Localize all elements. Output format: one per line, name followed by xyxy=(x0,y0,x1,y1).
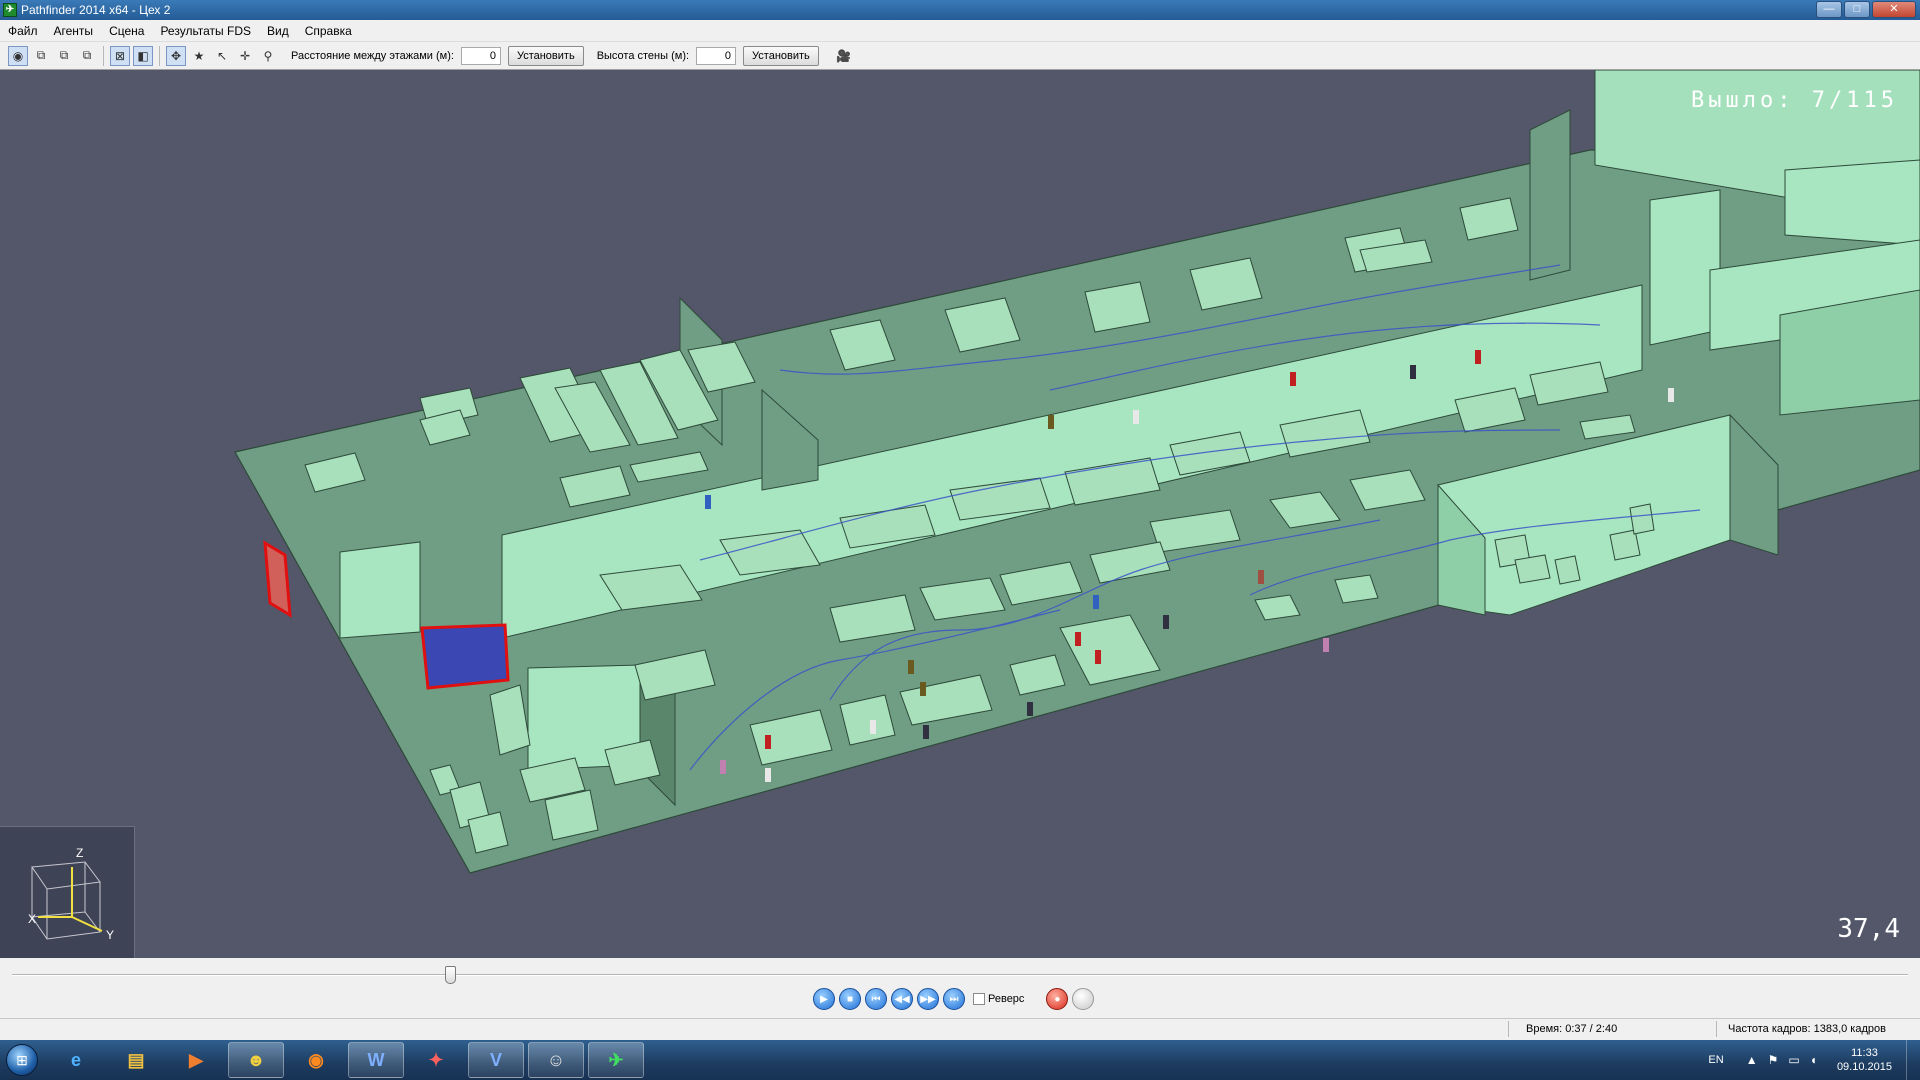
status-frame-rate: Частота кадров: 1383,0 кадров xyxy=(1728,1023,1886,1035)
language-indicator[interactable]: EN xyxy=(1708,1054,1723,1066)
3d-viewport[interactable]: Вышло: 7/115 37,4 Z X Y xyxy=(0,70,1920,958)
menu-file[interactable]: Файл xyxy=(0,24,46,38)
volume-icon[interactable]: ◖ xyxy=(1810,1053,1817,1067)
step-back-icon[interactable]: ◀◀ xyxy=(891,988,913,1010)
menu-help[interactable]: Справка xyxy=(297,24,360,38)
avatar-app-icon[interactable]: ☺ xyxy=(528,1042,584,1078)
window-controls: — □ ✕ xyxy=(1816,1,1916,18)
reverse-label: Реверс xyxy=(988,993,1025,1005)
taskbar: ⊞ e ▤ ▶ ☻ ◉ W ✦ V ☺ ✈ EN ▲ ⚑ ▭ ◖ 11:33 0… xyxy=(0,1040,1920,1080)
central-wall xyxy=(339,541,421,639)
menu-view[interactable]: Вид xyxy=(259,24,297,38)
menu-scene[interactable]: Сцена xyxy=(101,24,152,38)
start-button[interactable]: ⊞ xyxy=(0,1040,44,1080)
axis-x-label: X xyxy=(28,912,36,926)
exited-counter: Вышло: 7/115 xyxy=(1691,88,1898,113)
wall-height-label: Высота стены (м): xyxy=(596,49,690,62)
scene-render xyxy=(234,70,1920,874)
timeline-slider[interactable] xyxy=(12,974,1908,976)
menu-bar: Файл Агенты Сцена Результаты FDS Вид Спр… xyxy=(0,20,1920,42)
floor-distance-label: Расстояние между этажами (м): xyxy=(291,49,454,62)
explorer-icon[interactable]: ▤ xyxy=(108,1042,164,1078)
agent-tool-icon[interactable]: ★ xyxy=(189,46,209,66)
exited-value: 7/115 xyxy=(1811,88,1898,113)
status-bar: Время: 0:37 / 2:40 Частота кадров: 1383,… xyxy=(0,1018,1920,1040)
system-tray: EN ▲ ⚑ ▭ ◖ 11:33 09.10.2015 xyxy=(1708,1040,1920,1080)
network-icon[interactable]: ▭ xyxy=(1788,1053,1799,1067)
visio-icon[interactable]: V xyxy=(468,1042,524,1078)
exited-label: Вышло: xyxy=(1691,88,1795,113)
acrobat-icon[interactable]: ✦ xyxy=(408,1042,464,1078)
playback-panel: ▶ ■ ⏮ ◀◀ ▶▶ ⏭ Реверс ● xyxy=(0,958,1920,1018)
menu-agents[interactable]: Агенты xyxy=(46,24,102,38)
hide-walls-icon[interactable]: ⊠ xyxy=(110,45,130,66)
stop-icon[interactable]: ■ xyxy=(839,988,861,1010)
skip-start-icon[interactable]: ⏮ xyxy=(865,988,887,1010)
ie-icon[interactable]: e xyxy=(48,1042,104,1078)
media-player-icon[interactable]: ▶ xyxy=(168,1042,224,1078)
view-layers-icon[interactable]: ⧉ xyxy=(77,46,97,66)
timeline-thumb[interactable] xyxy=(444,966,456,984)
reverse-checkbox[interactable] xyxy=(973,993,985,1005)
wall-height-set-button[interactable]: Установить xyxy=(743,45,819,66)
building-wall xyxy=(1529,109,1571,281)
status-time: Время: 0:37 / 2:40 xyxy=(1526,1023,1618,1035)
agent xyxy=(1258,570,1264,584)
maximize-button[interactable]: □ xyxy=(1844,1,1870,18)
view-floor-icon[interactable]: ⧉ xyxy=(31,46,51,66)
floor-distance-input[interactable]: 0 xyxy=(460,46,501,65)
batman-icon[interactable]: ☻ xyxy=(228,1042,284,1078)
minimize-button[interactable]: — xyxy=(1816,1,1842,18)
axis-z-label: Z xyxy=(76,846,83,860)
windows-icon: ⊞ xyxy=(6,1044,38,1076)
exit-door xyxy=(420,623,510,690)
show-desktop-button[interactable] xyxy=(1906,1040,1920,1080)
tray-expand-icon[interactable]: ▲ xyxy=(1746,1053,1758,1067)
record-icon[interactable]: ● xyxy=(1046,988,1069,1010)
floor-distance-set-button[interactable]: Установить xyxy=(507,45,584,66)
zoom-icon[interactable]: ⚲ xyxy=(258,46,278,66)
select-cursor-icon[interactable]: ↖ xyxy=(212,46,232,66)
view-all-icon[interactable]: ◉ xyxy=(8,45,28,66)
pan-icon[interactable]: ✛ xyxy=(235,46,255,66)
window-title: Pathfinder 2014 x64 - Цех 2 xyxy=(21,3,171,17)
building-wall xyxy=(1784,159,1920,246)
axes-gizmo[interactable]: Z X Y xyxy=(0,826,135,958)
wall-height-input[interactable]: 0 xyxy=(696,46,737,65)
step-forward-icon[interactable]: ▶▶ xyxy=(917,988,939,1010)
skip-end-icon[interactable]: ⏭ xyxy=(943,988,965,1010)
close-button[interactable]: ✕ xyxy=(1872,1,1916,18)
playback-controls: ▶ ■ ⏮ ◀◀ ▶▶ ⏭ Реверс ● xyxy=(813,988,1095,1010)
running-man-icon: ✈ xyxy=(3,3,17,17)
camera-icon[interactable]: 🎥 xyxy=(834,46,854,66)
axis-y-label: Y xyxy=(106,928,114,942)
word-icon[interactable]: W xyxy=(348,1042,404,1078)
view-floors-icon[interactable]: ⧉ xyxy=(54,46,74,66)
pathfinder-icon[interactable]: ✈ xyxy=(588,1042,644,1078)
title-bar: ✈ Pathfinder 2014 x64 - Цех 2 — □ ✕ xyxy=(0,0,1920,20)
menu-fds-results[interactable]: Результаты FDS xyxy=(152,24,259,38)
record-stop-icon[interactable] xyxy=(1072,988,1095,1010)
firefox-icon[interactable]: ◉ xyxy=(288,1042,344,1078)
clock-time: 11:33 xyxy=(1851,1047,1878,1059)
clock[interactable]: 11:33 09.10.2015 xyxy=(1837,1046,1892,1074)
reverse-toggle[interactable]: Реверс xyxy=(973,993,1024,1005)
toolbar: ◉ ⧉ ⧉ ⧉ ⊠ ◧ ✥ ★ ↖ ✛ ⚲ Расстояние между э… xyxy=(0,42,1920,70)
orbit-icon[interactable]: ✥ xyxy=(166,45,186,66)
flag-icon[interactable]: ⚑ xyxy=(1768,1053,1779,1067)
exit-left xyxy=(263,540,292,618)
play-icon[interactable]: ▶ xyxy=(813,988,835,1010)
clock-date: 09.10.2015 xyxy=(1836,1061,1892,1073)
show-geometry-icon[interactable]: ◧ xyxy=(133,45,153,66)
fps-readout: 37,4 xyxy=(1837,914,1900,944)
